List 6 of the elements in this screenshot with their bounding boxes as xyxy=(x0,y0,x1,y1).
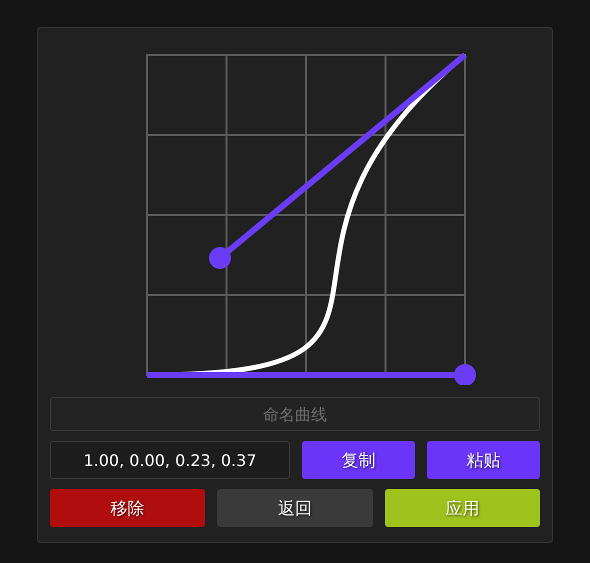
action-button[interactable]: 移除 xyxy=(50,489,206,527)
value-button[interactable]: 复制 xyxy=(302,441,415,479)
curve-values-field[interactable]: 1.00, 0.00, 0.23, 0.37 xyxy=(50,441,290,479)
curve-name-field[interactable]: 命名曲线 xyxy=(50,397,540,431)
action-button[interactable]: 返回 xyxy=(217,489,373,527)
value-button[interactable]: 粘贴 xyxy=(427,441,540,479)
